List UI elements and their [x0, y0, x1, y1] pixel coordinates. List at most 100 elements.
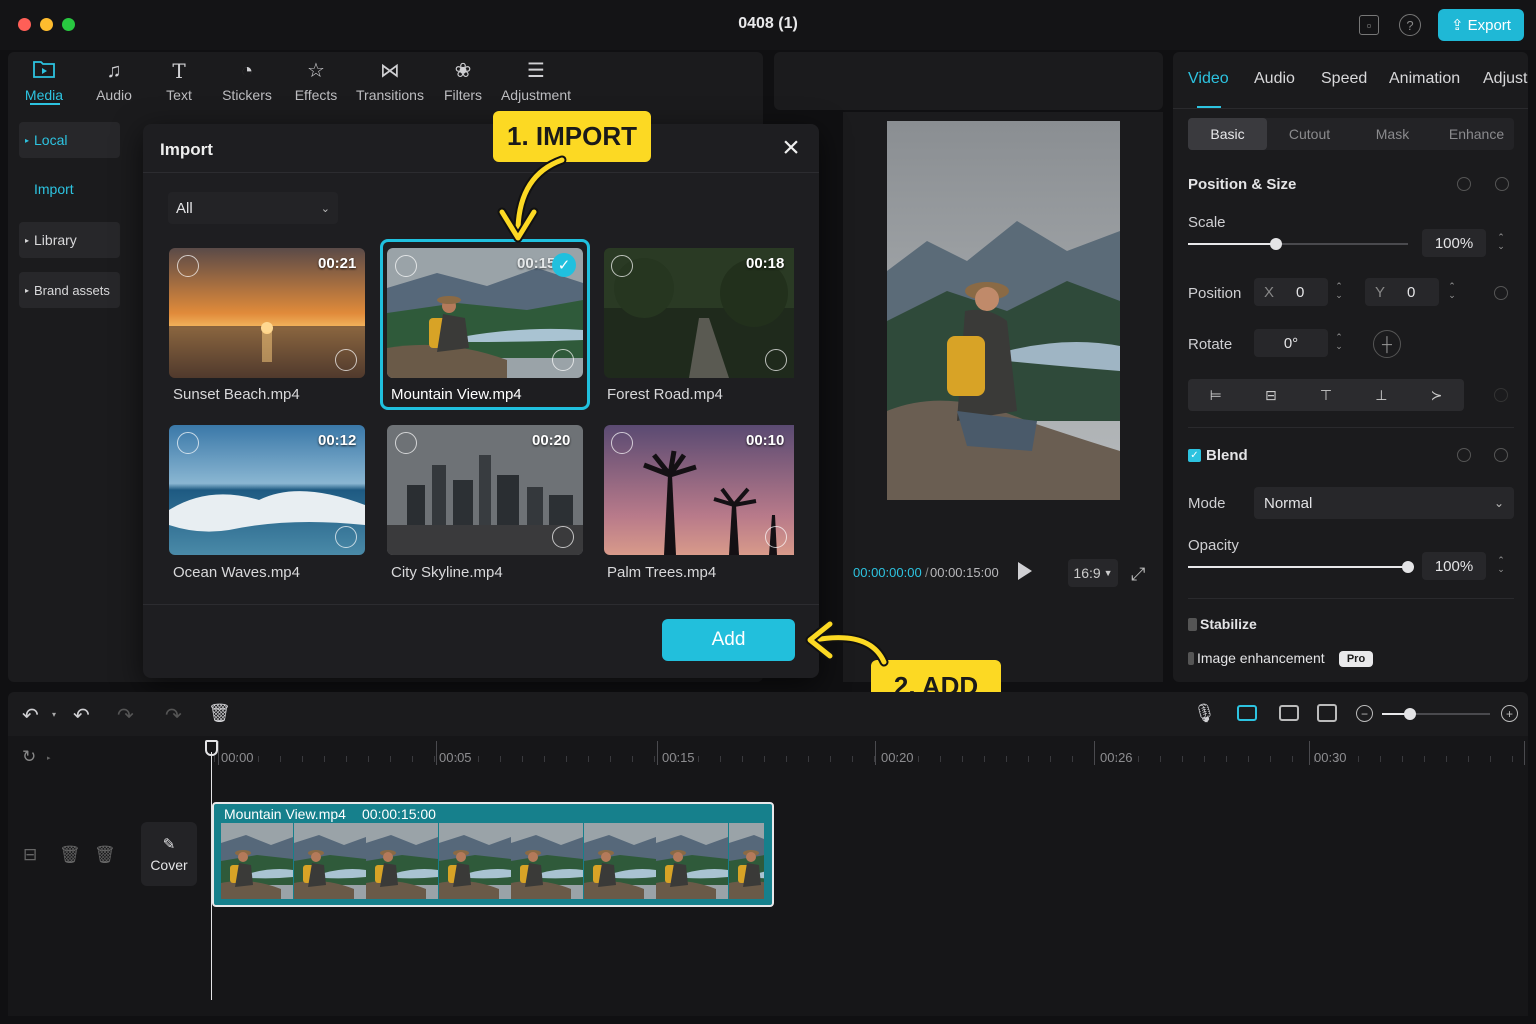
rotate-input[interactable]: 0°	[1254, 329, 1328, 357]
tab-audio[interactable]: ♫ Audio	[88, 52, 140, 110]
blend-mode-select[interactable]: Normal ⌄	[1254, 487, 1514, 519]
align-more-icon[interactable]: ≻	[1431, 387, 1443, 404]
scale-input[interactable]: 100%	[1422, 229, 1486, 257]
tab-stickers[interactable]: ◔ Stickers	[218, 52, 276, 110]
subtab-cutout[interactable]: Cutout	[1270, 118, 1349, 150]
aspect-ratio-select[interactable]: 16:9 ▼	[1068, 559, 1118, 587]
ruler-minor-tick	[478, 756, 479, 762]
stabilize-checkbox[interactable]	[1188, 618, 1197, 631]
tile-preview-toggle[interactable]	[765, 349, 787, 371]
loop-icon[interactable]: ↻	[22, 747, 36, 767]
subtab-enhance[interactable]: Enhance	[1437, 118, 1516, 150]
microphone-icon[interactable]: 🎙	[1193, 703, 1216, 724]
mute-track-icon[interactable]: 🗑	[94, 845, 116, 865]
add-button[interactable]: Add	[662, 619, 795, 661]
tile-preview-toggle[interactable]	[765, 526, 787, 548]
x-axis-label: X	[1264, 283, 1275, 301]
export-button[interactable]: ⇪ Export	[1438, 9, 1524, 41]
hide-track-icon[interactable]: 🗑	[59, 845, 81, 865]
align-left-icon[interactable]: ⊨	[1210, 387, 1222, 404]
align-center-h-icon[interactable]: ⊟	[1265, 387, 1277, 404]
keyframe-icon[interactable]	[1494, 286, 1508, 300]
chevron-down-icon[interactable]: ▾	[52, 710, 56, 719]
tab-adjustment[interactable]: ☰ Adjustment	[498, 52, 574, 110]
subtab-basic[interactable]: Basic	[1188, 118, 1267, 150]
stepper-icon[interactable]: ⌃ ⌄	[1495, 556, 1507, 574]
tile-preview-toggle[interactable]	[335, 349, 357, 371]
tile-checkbox[interactable]	[395, 255, 417, 277]
redo-icon[interactable]: ↷	[117, 703, 134, 728]
tile-checkbox[interactable]	[395, 432, 417, 454]
align-top-icon[interactable]: ⊥	[1375, 387, 1387, 404]
tile-checkbox[interactable]	[177, 432, 199, 454]
chevron-down-icon[interactable]: ▸	[47, 754, 51, 762]
tile-checkbox[interactable]	[177, 255, 199, 277]
image-enhancement-checkbox[interactable]	[1188, 652, 1194, 665]
ruler-major-tick	[218, 741, 219, 765]
play-icon[interactable]	[1018, 562, 1032, 580]
tab-transitions[interactable]: ⋈ Transitions	[354, 52, 426, 110]
tile-preview-toggle[interactable]	[335, 526, 357, 548]
tab-text[interactable]: T Text	[156, 52, 202, 110]
opacity-input[interactable]: 100%	[1422, 552, 1486, 580]
opacity-slider-knob[interactable]	[1402, 561, 1414, 573]
tab-speed[interactable]: Speed	[1321, 70, 1367, 88]
delete-icon[interactable]: 🗑	[208, 703, 231, 724]
reset-icon[interactable]	[1457, 177, 1471, 191]
scale-slider[interactable]	[1188, 243, 1408, 245]
ruler-minor-tick	[720, 756, 721, 762]
blend-checkbox[interactable]: ✓	[1188, 449, 1201, 462]
keyframe-icon[interactable]	[1494, 388, 1508, 402]
zoom-in-icon[interactable]: +	[1501, 705, 1518, 722]
cover-button[interactable]: ✎ Cover	[141, 822, 197, 886]
opacity-slider[interactable]	[1188, 566, 1408, 568]
preview-axis-icon[interactable]	[1317, 704, 1337, 722]
zoom-slider[interactable]	[1382, 713, 1490, 715]
close-icon[interactable]: ×	[778, 133, 804, 164]
tab-animation[interactable]: Animation	[1389, 70, 1460, 88]
auto-snap-icon[interactable]	[1237, 705, 1257, 721]
redo-all-icon[interactable]: ↷	[165, 703, 182, 728]
sidebar-item-brand-assets[interactable]: ▸ Brand assets	[19, 272, 120, 308]
tile-checkbox[interactable]	[611, 432, 633, 454]
alignment-bar: ⊨ ⊟ ⊤ ⊥ ≻	[1188, 379, 1464, 411]
zoom-out-icon[interactable]: −	[1356, 705, 1373, 722]
position-x-input[interactable]: X 0	[1254, 278, 1328, 306]
checkmark-icon[interactable]: ✓	[552, 253, 576, 277]
tab-audio-props[interactable]: Audio	[1254, 70, 1295, 88]
rotate-dial-icon[interactable]: ┼	[1373, 330, 1401, 358]
fullscreen-icon[interactable]: ⤢	[1131, 564, 1145, 585]
keyframe-icon[interactable]	[1494, 448, 1508, 462]
align-right-icon[interactable]: ⊤	[1320, 387, 1332, 404]
tab-video[interactable]: Video	[1188, 70, 1229, 88]
sticker-icon: ◔	[240, 60, 254, 82]
stepper-icon[interactable]: ⌃ ⌄	[1446, 282, 1458, 300]
tile-checkbox[interactable]	[611, 255, 633, 277]
stepper-icon[interactable]: ⌃ ⌄	[1495, 233, 1507, 251]
scale-slider-knob[interactable]	[1270, 238, 1282, 250]
tab-adjust[interactable]: Adjust	[1483, 70, 1527, 88]
tile-preview-toggle[interactable]	[552, 349, 574, 371]
sidebar-item-import[interactable]: Import	[19, 171, 120, 207]
undo-icon[interactable]: ↶	[73, 703, 90, 728]
stepper-icon[interactable]: ⌃ ⌄	[1333, 282, 1345, 300]
layout-icon[interactable]: ▫	[1359, 15, 1379, 35]
sidebar-item-library[interactable]: ▸ Library	[19, 222, 120, 258]
zoom-slider-knob[interactable]	[1404, 708, 1416, 720]
sidebar-item-local[interactable]: ▸ Local	[19, 122, 120, 158]
tab-filters[interactable]: ❀ Filters	[438, 52, 488, 110]
stepper-icon[interactable]: ⌃ ⌄	[1333, 333, 1345, 351]
tab-effects[interactable]: ☆ Effects	[290, 52, 342, 110]
reset-icon[interactable]	[1457, 448, 1471, 462]
lock-track-icon[interactable]: ⊟	[23, 845, 37, 865]
keyframe-icon[interactable]	[1495, 177, 1509, 191]
playhead-handle[interactable]	[205, 740, 218, 756]
position-y-input[interactable]: Y 0	[1365, 278, 1439, 306]
tab-media[interactable]: Media	[16, 52, 72, 110]
subtab-mask[interactable]: Mask	[1353, 118, 1432, 150]
file-filter-select[interactable]: All ⌄	[168, 192, 338, 224]
tile-preview-toggle[interactable]	[552, 526, 574, 548]
help-icon[interactable]: ?	[1399, 14, 1421, 36]
undo-history-icon[interactable]: ↶	[22, 703, 39, 728]
link-clips-icon[interactable]	[1279, 705, 1299, 721]
